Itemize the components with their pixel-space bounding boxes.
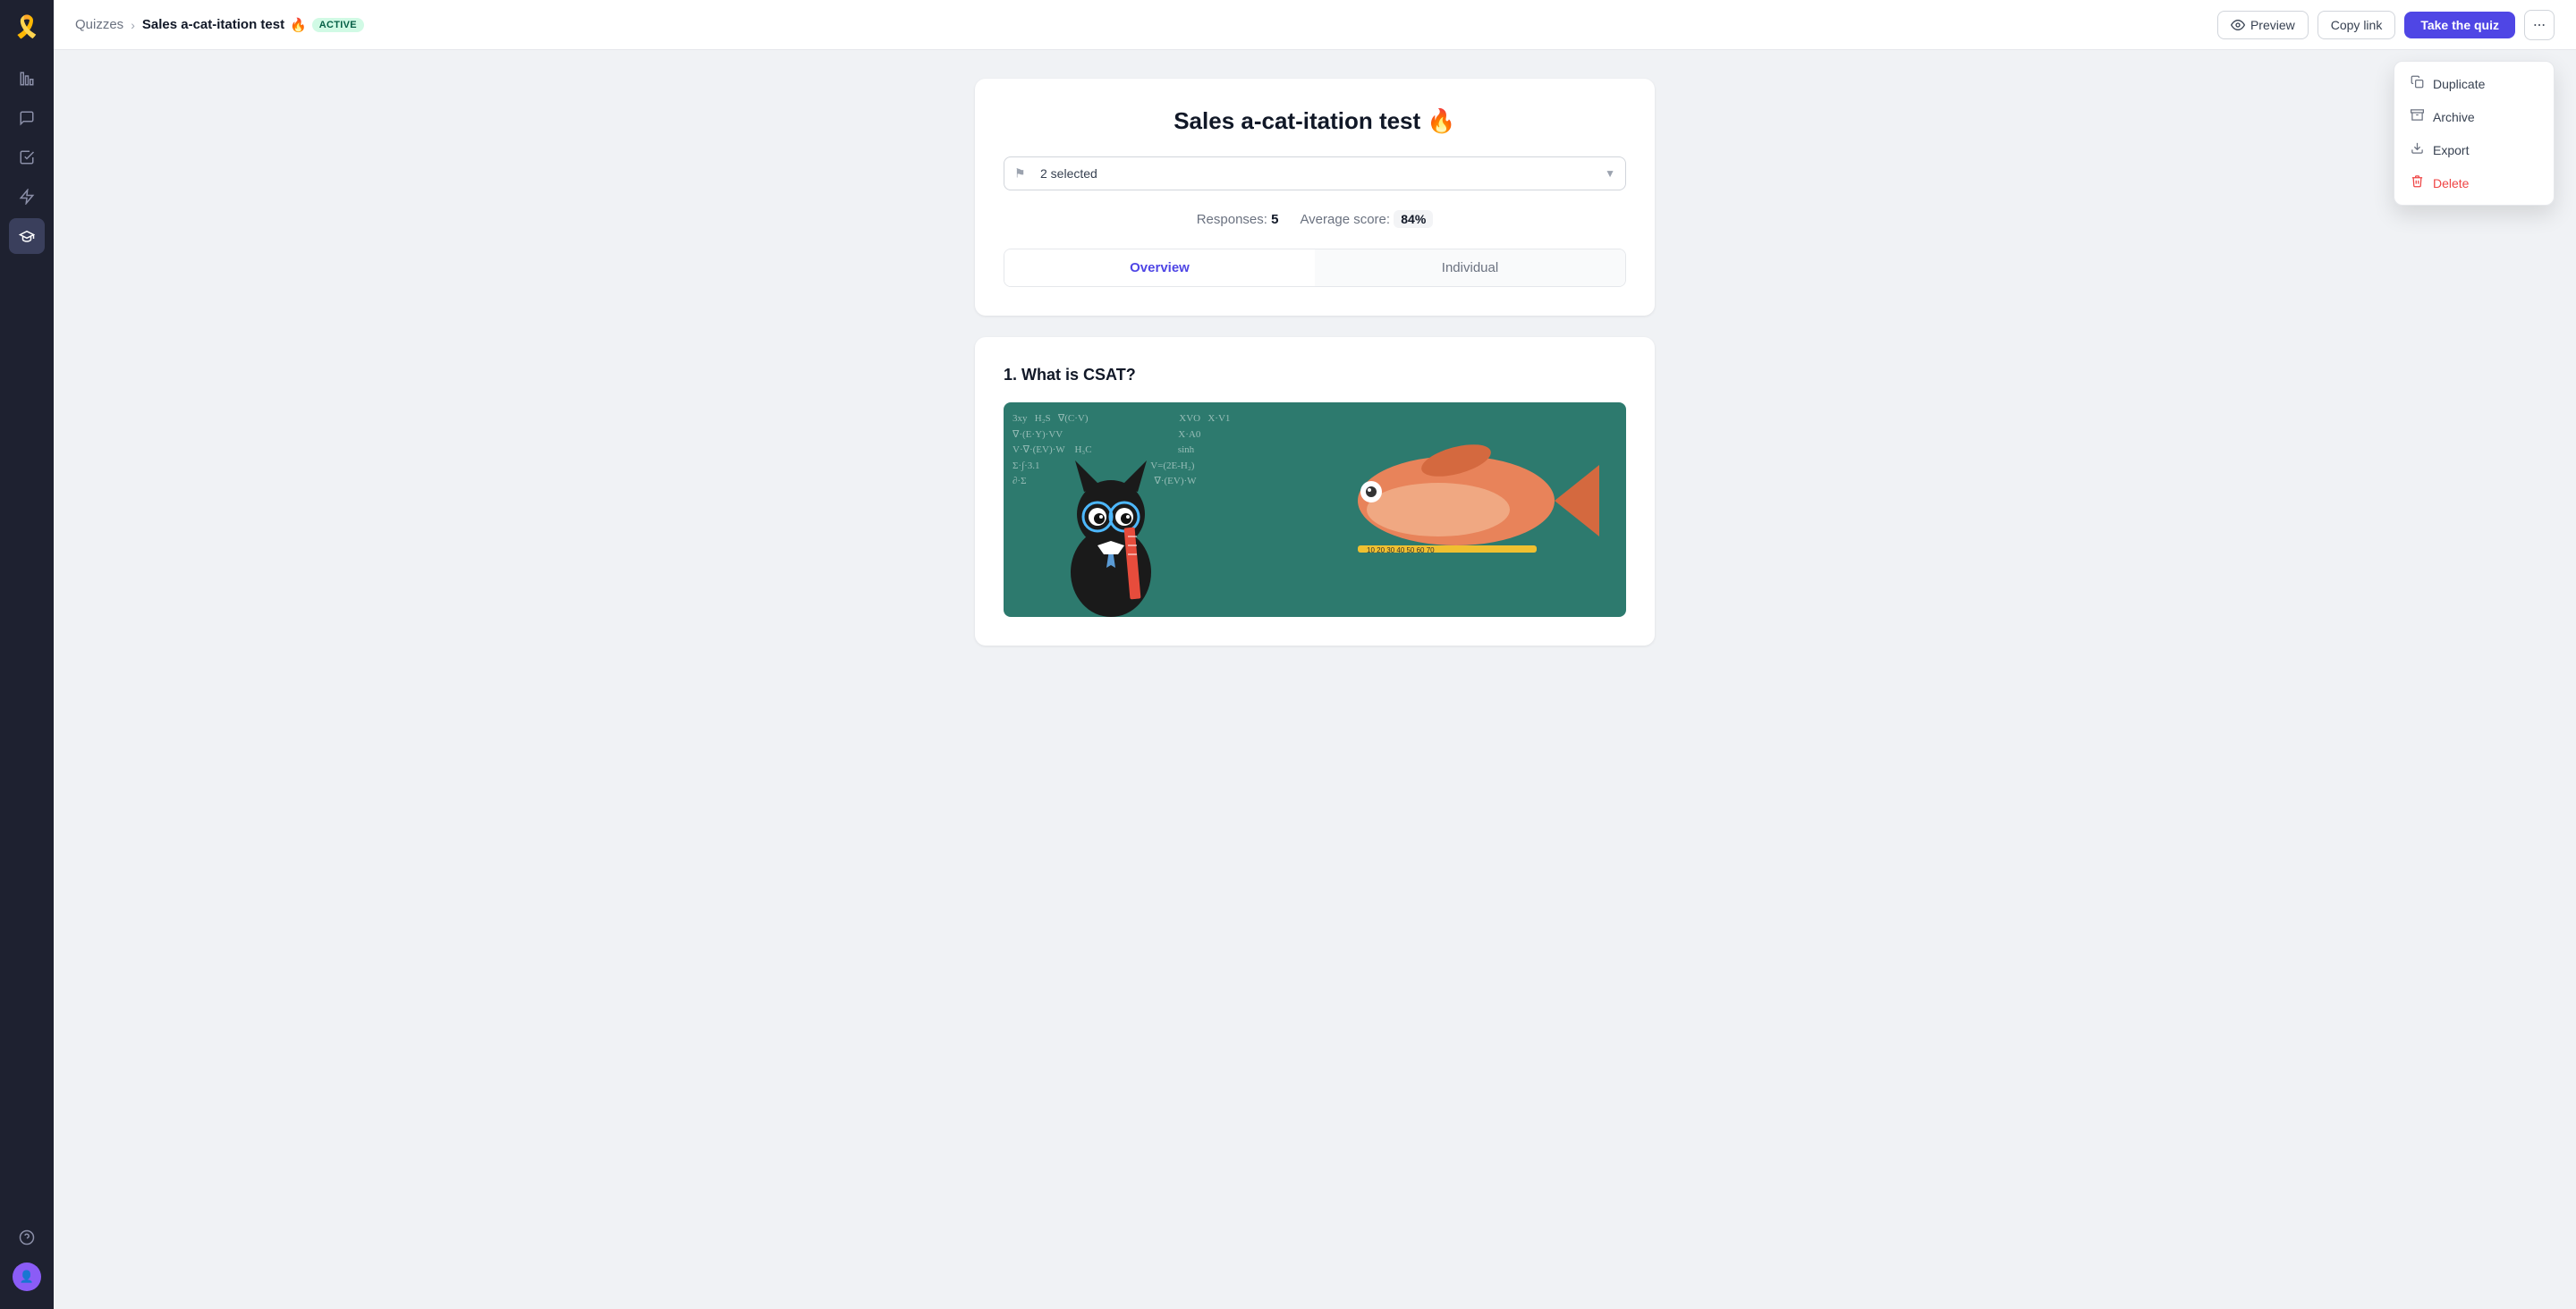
question-card: 1. What is CSAT? 3xy H₂S ∇(C·V) XVO X·V1… bbox=[975, 337, 1655, 646]
responses-count: 5 bbox=[1271, 212, 1278, 227]
quiz-card-title: Sales a-cat-itation test 🔥 bbox=[1004, 107, 1626, 135]
quiz-summary-card: Sales a-cat-itation test 🔥 ⚑ 2 selected … bbox=[975, 79, 1655, 316]
sidebar: 🎗️ 👤 bbox=[0, 0, 54, 1309]
dropdown-duplicate[interactable]: Duplicate bbox=[2400, 67, 2548, 100]
chalkboard-bg: 3xy H₂S ∇(C·V) XVO X·V1 ∇·(E·Y)·VV X·A0 … bbox=[1004, 402, 1626, 617]
segment-select-wrapper: ⚑ 2 selected ▼ bbox=[1004, 156, 1626, 190]
avg-score-badge: 84% bbox=[1394, 210, 1433, 228]
more-options-button[interactable] bbox=[2524, 10, 2555, 40]
logo: 🎗️ bbox=[11, 11, 43, 43]
tab-individual[interactable]: Individual bbox=[1315, 249, 1625, 286]
cat-illustration bbox=[1039, 438, 1182, 617]
breadcrumb-quizzes[interactable]: Quizzes bbox=[75, 17, 123, 32]
sidebar-item-messages[interactable] bbox=[9, 100, 45, 136]
duplicate-icon bbox=[2411, 75, 2424, 92]
question-image: 3xy H₂S ∇(C·V) XVO X·V1 ∇·(E·Y)·VV X·A0 … bbox=[1004, 402, 1626, 617]
avatar[interactable]: 👤 bbox=[13, 1263, 41, 1291]
header-actions: Preview Copy link Take the quiz bbox=[2217, 10, 2555, 40]
preview-button[interactable]: Preview bbox=[2217, 11, 2309, 39]
svg-text:10 20 30 40 50 60 70: 10 20 30 40 50 60 70 bbox=[1367, 546, 1435, 554]
fish-illustration: 10 20 30 40 50 60 70 bbox=[1340, 429, 1608, 572]
delete-icon bbox=[2411, 174, 2424, 191]
segment-select[interactable]: 2 selected bbox=[1004, 156, 1626, 190]
copy-link-button[interactable]: Copy link bbox=[2318, 11, 2396, 39]
header: Quizzes › Sales a-cat-itation test 🔥 Act… bbox=[54, 0, 2576, 50]
breadcrumb: Quizzes › Sales a-cat-itation test 🔥 Act… bbox=[75, 17, 2210, 33]
question-title: 1. What is CSAT? bbox=[1004, 366, 1626, 384]
quiz-title: Sales a-cat-itation test bbox=[142, 17, 284, 32]
sidebar-bottom: 👤 bbox=[9, 1220, 45, 1298]
page-content: Sales a-cat-itation test 🔥 ⚑ 2 selected … bbox=[54, 50, 2576, 1309]
sidebar-item-tasks[interactable] bbox=[9, 139, 45, 175]
sidebar-item-help[interactable] bbox=[9, 1220, 45, 1255]
dropdown-delete[interactable]: Delete bbox=[2400, 166, 2548, 199]
sidebar-item-automation[interactable] bbox=[9, 179, 45, 215]
archive-label: Archive bbox=[2433, 110, 2475, 124]
breadcrumb-separator: › bbox=[131, 18, 135, 32]
breadcrumb-current: Sales a-cat-itation test 🔥 Active bbox=[142, 17, 364, 33]
dropdown-export[interactable]: Export bbox=[2400, 133, 2548, 166]
view-tabs: Overview Individual bbox=[1004, 249, 1626, 287]
active-badge: Active bbox=[312, 18, 364, 32]
sidebar-nav bbox=[9, 61, 45, 1212]
avg-score-label: Average score: 84% bbox=[1300, 212, 1433, 227]
stats-row: Responses: 5 Average score: 84% bbox=[1004, 212, 1626, 227]
delete-label: Delete bbox=[2433, 176, 2469, 190]
fire-emoji: 🔥 bbox=[290, 17, 307, 33]
export-icon bbox=[2411, 141, 2424, 158]
export-label: Export bbox=[2433, 143, 2469, 157]
flag-icon: ⚑ bbox=[1014, 166, 1026, 182]
tab-overview[interactable]: Overview bbox=[1004, 249, 1315, 286]
dropdown-menu: Duplicate Archive Export Delete bbox=[2394, 61, 2555, 206]
sidebar-item-analytics[interactable] bbox=[9, 61, 45, 97]
responses-label: Responses: 5 bbox=[1197, 212, 1279, 227]
sidebar-item-learn[interactable] bbox=[9, 218, 45, 254]
dropdown-archive[interactable]: Archive bbox=[2400, 100, 2548, 133]
main-content: Quizzes › Sales a-cat-itation test 🔥 Act… bbox=[54, 0, 2576, 1309]
archive-icon bbox=[2411, 108, 2424, 125]
take-quiz-button[interactable]: Take the quiz bbox=[2404, 12, 2515, 38]
duplicate-label: Duplicate bbox=[2433, 77, 2485, 91]
